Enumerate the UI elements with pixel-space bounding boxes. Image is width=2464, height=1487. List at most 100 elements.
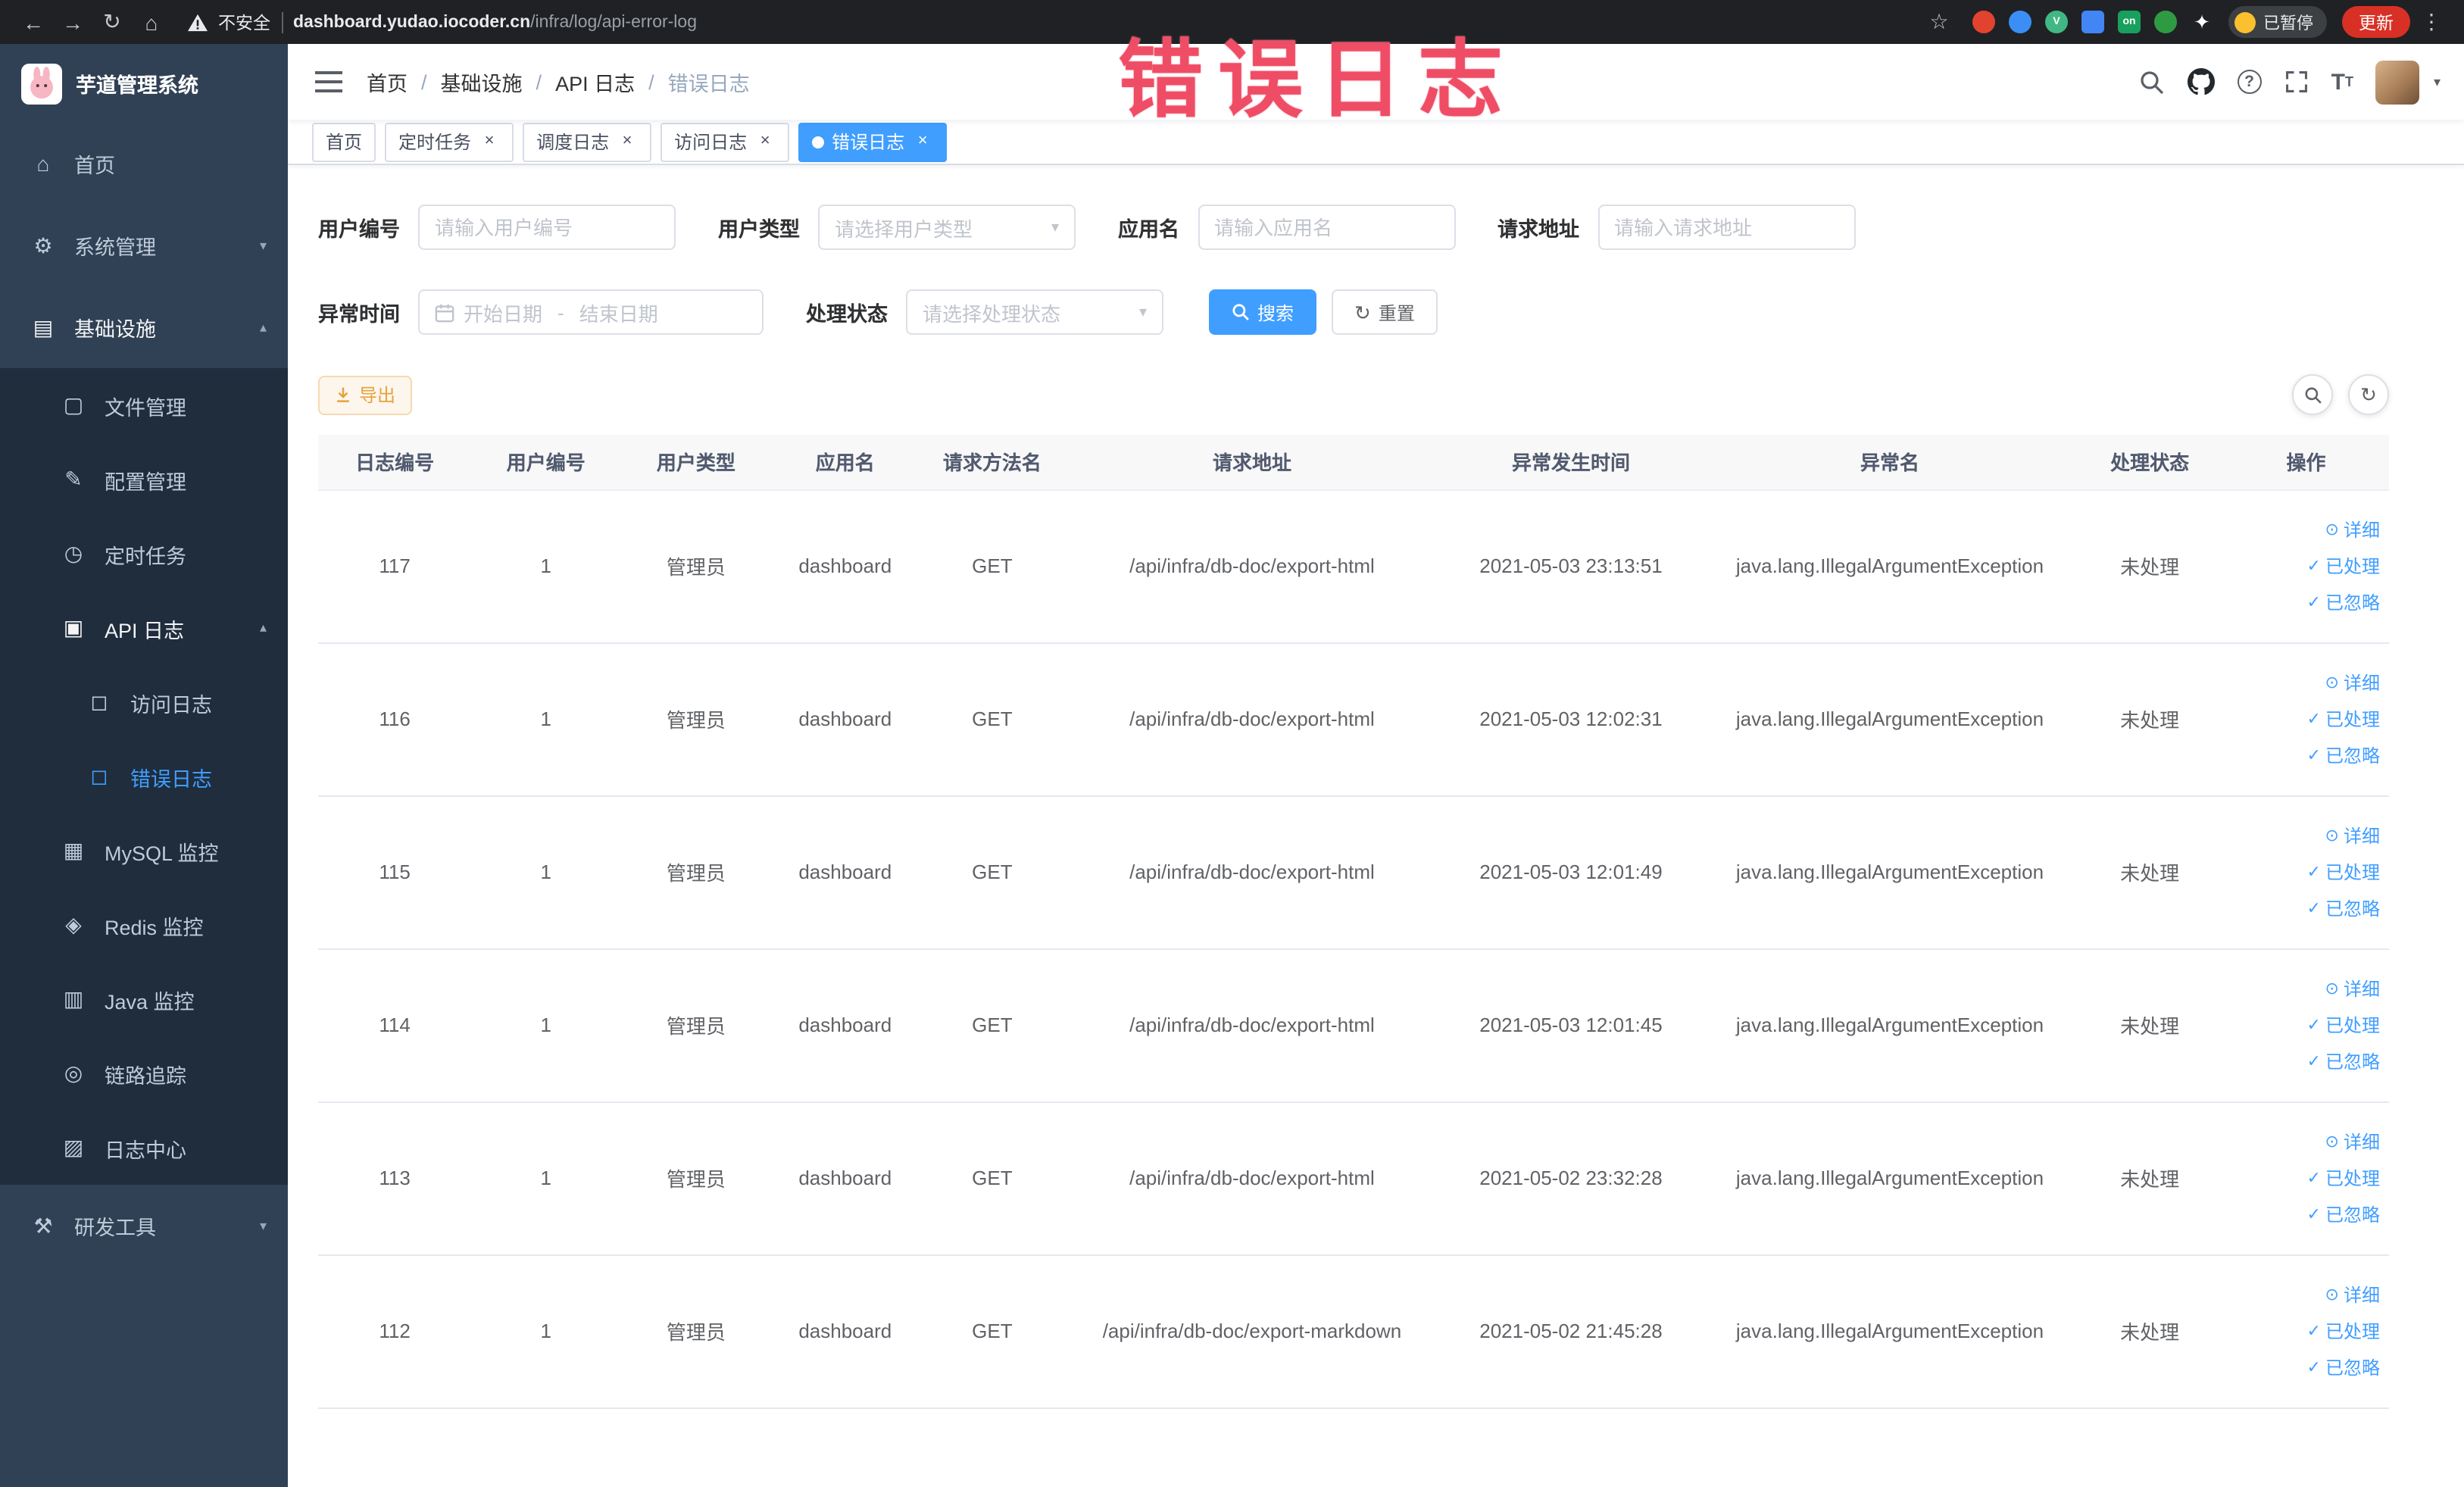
breadcrumb-item-api-log[interactable]: API 日志 /: [555, 67, 654, 97]
sidebar-item-system-management[interactable]: ⚙ 系统管理 ▾: [0, 205, 288, 286]
breadcrumb-item-infrastructure[interactable]: 基础设施 /: [441, 67, 542, 97]
sidebar-item-trace[interactable]: ◎ 链路追踪: [0, 1036, 288, 1111]
sidebar-item-mysql-monitor[interactable]: ▦ MySQL 监控: [0, 814, 288, 888]
tab-access-log[interactable]: 访问日志 ×: [661, 122, 790, 161]
sidebar-item-redis-monitor[interactable]: ◈ Redis 监控: [0, 888, 288, 962]
sidebar-item-home[interactable]: ⌂ 首页: [0, 123, 288, 205]
processed-link[interactable]: ✓ 已处理: [2307, 1165, 2380, 1191]
breadcrumb-item-error-log[interactable]: 错误日志 /: [668, 67, 750, 97]
ignored-link[interactable]: ✓ 已忽略: [2307, 1201, 2380, 1227]
browser-update-button[interactable]: 更新: [2342, 6, 2410, 38]
detail-link[interactable]: ⊙ 详细: [2325, 976, 2380, 1001]
cell-method: GET: [918, 489, 1066, 643]
extension-icon-tree[interactable]: [2154, 11, 2177, 33]
chevron-down-icon: ▾: [1051, 219, 1059, 236]
sidebar-item-file-management[interactable]: ▢ 文件管理: [0, 368, 288, 442]
ignored-link[interactable]: ✓ 已忽略: [2307, 1354, 2380, 1380]
processed-link[interactable]: ✓ 已处理: [2307, 553, 2380, 579]
sidebar-item-label: API 日志: [105, 619, 185, 642]
tab-scheduled-tasks[interactable]: 定时任务 ×: [385, 122, 514, 161]
user-type-select[interactable]: 请选择用户类型 ▾: [818, 205, 1076, 250]
hamburger-icon[interactable]: [315, 71, 342, 92]
reset-button[interactable]: ↻ 重置: [1332, 289, 1438, 335]
sidebar-item-label: 访问日志: [130, 693, 212, 716]
cell-actions: ⊙ 详细 ✓ 已处理 ✓ 已忽略: [2223, 489, 2389, 643]
sidebar-menu: ⌂ 首页 ⚙ 系统管理 ▾ ▤ 基础设施 ▴ ▢ 文件管理 ✎ 配置管理 ◷ 定…: [0, 123, 288, 1267]
logo[interactable]: 芋道管理系统: [0, 44, 288, 123]
extension-icon-grid[interactable]: [2081, 11, 2104, 33]
forward-button[interactable]: →: [55, 4, 91, 40]
avatar-caret-icon[interactable]: ▾: [2434, 73, 2441, 90]
export-button[interactable]: 导出: [318, 375, 413, 414]
close-icon[interactable]: ×: [617, 131, 638, 152]
tab-error-log[interactable]: 错误日志 ×: [798, 122, 948, 161]
extension-icon-vue-devtools[interactable]: V: [2045, 11, 2068, 33]
table-row: 112 1 管理员 dashboard GET /api/infra/db-do…: [318, 1254, 2389, 1408]
close-icon[interactable]: ×: [754, 131, 776, 152]
fullscreen-icon[interactable]: [2284, 70, 2309, 94]
extension-icon-on-badge[interactable]: on: [2118, 11, 2141, 33]
sidebar-item-api-log[interactable]: ▣ API 日志 ▴: [0, 591, 288, 665]
sidebar-item-scheduled-tasks[interactable]: ◷ 定时任务: [0, 517, 288, 591]
detail-link[interactable]: ⊙ 详细: [2325, 670, 2380, 695]
paused-extension-button[interactable]: 已暂停: [2228, 6, 2327, 38]
ignored-link[interactable]: ✓ 已忽略: [2307, 1048, 2380, 1074]
extension-icon-red[interactable]: [1972, 11, 1995, 33]
cell-actions: ⊙ 详细 ✓ 已处理 ✓ 已忽略: [2223, 642, 2389, 796]
cell-app-name: dashboard: [771, 489, 919, 643]
view-icon: ⊙: [2325, 1286, 2339, 1304]
app-name-input[interactable]: [1214, 216, 1438, 239]
ignored-link[interactable]: ✓ 已忽略: [2307, 895, 2380, 921]
tab-home[interactable]: 首页 ×: [312, 122, 376, 161]
user-id-input[interactable]: [435, 216, 659, 239]
sidebar-item-log-center[interactable]: ▨ 日志中心: [0, 1111, 288, 1185]
close-icon[interactable]: ×: [479, 131, 500, 152]
ignored-link[interactable]: ✓ 已忽略: [2307, 742, 2380, 768]
browser-menu-icon[interactable]: ⋮: [2413, 4, 2450, 40]
breadcrumb-item-home[interactable]: 首页 /: [367, 67, 427, 97]
process-status-select[interactable]: 请选择处理状态 ▾: [906, 289, 1163, 335]
address-bar[interactable]: 不安全 dashboard.yudao.iocoder.cn/infra/log…: [188, 10, 1918, 34]
processed-link[interactable]: ✓ 已处理: [2307, 1012, 2380, 1038]
github-icon[interactable]: [2187, 68, 2215, 95]
processed-link[interactable]: ✓ 已处理: [2307, 706, 2380, 732]
sidebar-item-error-log[interactable]: ◻ 错误日志: [0, 739, 288, 814]
back-button[interactable]: ←: [15, 4, 52, 40]
sidebar-item-infrastructure[interactable]: ▤ 基础设施 ▴: [0, 286, 288, 368]
toggle-search-button[interactable]: [2292, 374, 2333, 415]
detail-link[interactable]: ⊙ 详细: [2325, 517, 2380, 542]
date-range-picker[interactable]: 开始日期 - 结束日期: [418, 289, 764, 335]
help-icon[interactable]: ?: [2237, 70, 2262, 94]
search-icon[interactable]: [2139, 69, 2165, 95]
extension-icon-blue-drop[interactable]: [2009, 11, 2031, 33]
trace-icon: ◎: [64, 1061, 83, 1085]
cell-user-type: 管理员: [620, 489, 772, 643]
cell-exception-name: java.lang.IllegalArgumentException: [1703, 1254, 2077, 1408]
detail-link[interactable]: ⊙ 详细: [2325, 1129, 2380, 1154]
browser-home-button[interactable]: ⌂: [133, 4, 170, 40]
avatar[interactable]: [2375, 60, 2420, 104]
ignored-link[interactable]: ✓ 已忽略: [2307, 589, 2380, 615]
chevron-down-icon: ▾: [1138, 304, 1147, 320]
search-button[interactable]: 搜索: [1209, 289, 1317, 335]
active-dot-icon: [812, 136, 825, 148]
sidebar-item-dev-tools[interactable]: ⚒ 研发工具 ▾: [0, 1185, 288, 1267]
sidebar-item-java-monitor[interactable]: ▥ Java 监控: [0, 962, 288, 1036]
font-size-icon[interactable]: TT: [2331, 70, 2353, 93]
col-user-type: 用户类型: [620, 435, 772, 490]
sidebar-item-label: 系统管理: [74, 236, 156, 259]
detail-link[interactable]: ⊙ 详细: [2325, 1282, 2380, 1307]
reload-button[interactable]: ↻: [94, 4, 130, 40]
detail-link[interactable]: ⊙ 详细: [2325, 823, 2380, 848]
processed-link[interactable]: ✓ 已处理: [2307, 859, 2380, 885]
tab-job-log[interactable]: 调度日志 ×: [523, 122, 652, 161]
refresh-table-button[interactable]: ↻: [2348, 374, 2389, 415]
bookmark-star-icon[interactable]: ☆: [1921, 4, 1957, 40]
close-icon[interactable]: ×: [912, 131, 933, 152]
sidebar-item-access-log[interactable]: ◻ 访问日志: [0, 665, 288, 739]
cell-request-url: /api/infra/db-doc/export-html: [1065, 489, 1438, 643]
extension-icon-pinwheel[interactable]: ✦: [2191, 11, 2213, 33]
processed-link[interactable]: ✓ 已处理: [2307, 1318, 2380, 1344]
sidebar-item-config-management[interactable]: ✎ 配置管理: [0, 442, 288, 517]
request-url-input[interactable]: [1614, 216, 1838, 239]
